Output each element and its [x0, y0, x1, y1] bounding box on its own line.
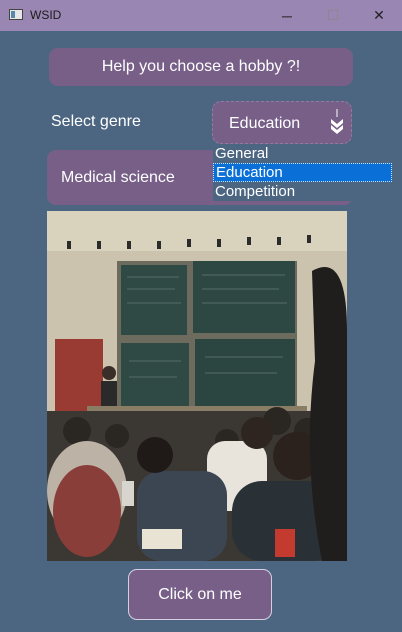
result-text: Medical science [61, 169, 175, 186]
minimize-button[interactable]: ─ [264, 0, 310, 31]
window-title: WSID [30, 8, 62, 22]
dropdown-option-competition[interactable]: Competition [213, 182, 392, 201]
classroom-photo [47, 211, 347, 561]
select-genre-label: Select genre [51, 113, 141, 130]
app-icon [9, 9, 23, 20]
classroom-illustration [47, 211, 347, 561]
title-bar[interactable]: WSID ─ ☐ ✕ [0, 0, 402, 31]
close-button[interactable]: ✕ [356, 0, 402, 31]
maximize-button[interactable]: ☐ [310, 0, 356, 31]
choose-hobby-button[interactable]: Help you choose a hobby ?! [49, 48, 353, 86]
genre-dropdown-list[interactable]: General Education Competition [213, 144, 392, 201]
chevron-down-icon [331, 109, 343, 134]
genre-select[interactable]: Education [212, 101, 352, 144]
dropdown-option-education[interactable]: Education [213, 163, 392, 182]
dropdown-option-general[interactable]: General [213, 144, 392, 163]
genre-selected-value: Education [229, 115, 301, 132]
click-me-button[interactable]: Click on me [128, 569, 272, 620]
